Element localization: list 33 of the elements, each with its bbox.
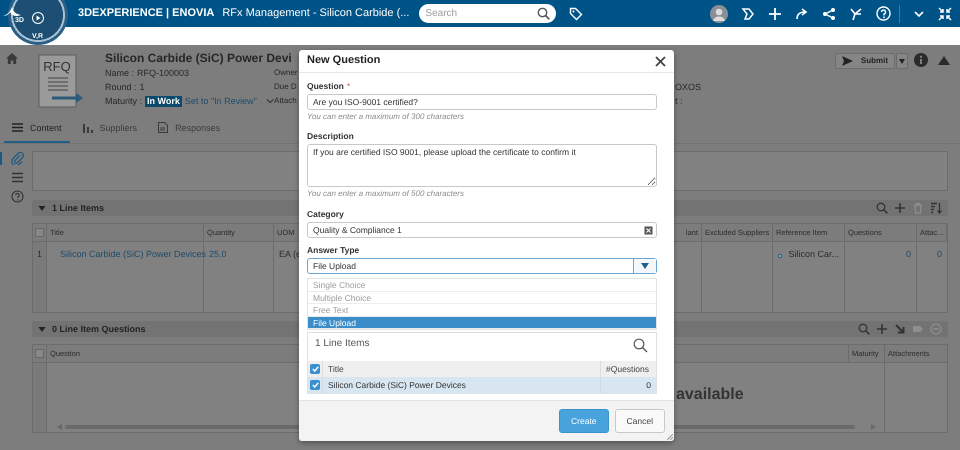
field-label: Name : <box>105 67 134 80</box>
table-cell: Silicon Carbide (SiC) Power Devices <box>328 380 466 390</box>
field-label: Due D <box>274 81 297 93</box>
app-title: RFx Management - Silicon Carbide (... <box>222 6 410 20</box>
field-label: Category <box>307 208 344 220</box>
brand-name: 3DEXPERIENCE | ENOVIA <box>78 6 214 20</box>
hint-text: You can enter a maximum of 300 characters <box>307 111 465 123</box>
table-cell: 0 <box>906 249 911 260</box>
field-value: OXOS <box>675 81 702 94</box>
field-label: Description <box>307 130 354 142</box>
field-label: Answer Type <box>307 244 360 256</box>
field-value: t : <box>675 95 683 108</box>
page-title: Silicon Carbide (SiC) Power Devi <box>105 50 292 66</box>
field-label: Question <box>307 80 344 92</box>
section-title: 0 Line Item Questions <box>52 324 146 334</box>
row-number: 1 <box>36 249 42 260</box>
status-badge: In Work <box>145 96 182 106</box>
field-label: Round : <box>105 81 137 94</box>
field-label: Owner <box>274 67 298 79</box>
table-cell: Silicon Car... <box>788 249 839 260</box>
table-cell: 0 <box>646 380 651 390</box>
table-cell: 25.0 <box>209 249 227 260</box>
field-value: RFQ-100003 <box>137 67 190 80</box>
field-value: 1 <box>140 81 145 94</box>
empty-message: available <box>676 385 744 404</box>
dialog-title: New Question <box>307 54 380 68</box>
field-label: Maturity : <box>105 95 142 108</box>
field-label: Attach <box>274 95 297 107</box>
panel-title: 1 Line Items <box>315 338 370 350</box>
hint-text: You can enter a maximum of 500 characters <box>307 188 465 200</box>
required-mark: * <box>346 80 350 92</box>
table-cell: 0 <box>936 249 942 260</box>
section-title: 1 Line Items <box>52 202 104 214</box>
